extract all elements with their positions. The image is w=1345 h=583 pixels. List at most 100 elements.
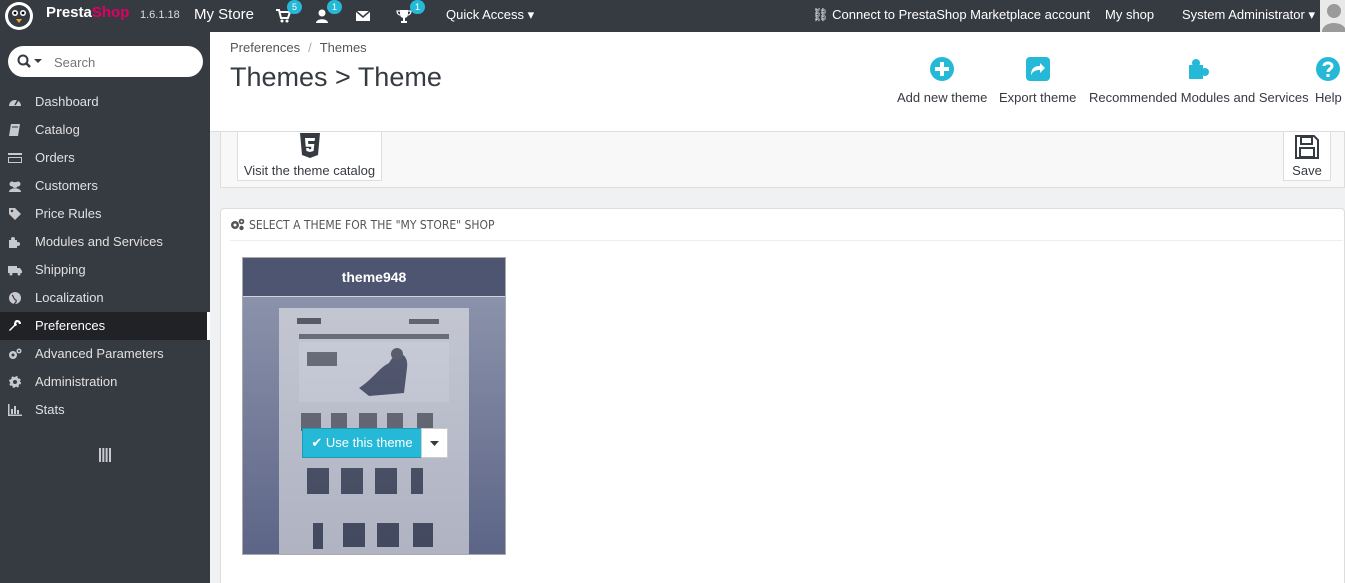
add-new-theme-button[interactable]: Add new theme xyxy=(897,56,987,105)
search-icon[interactable] xyxy=(17,54,43,71)
sidebar-item-label: Price Rules xyxy=(35,206,102,221)
toolbar-label: Export theme xyxy=(999,90,1077,105)
check-icon: ✔ xyxy=(311,435,323,450)
wrench-icon xyxy=(9,320,21,331)
floppy-save-icon xyxy=(1295,135,1319,159)
sidebar-item-label: Customers xyxy=(35,178,98,193)
sidebar-item-label: Localization xyxy=(35,290,104,305)
caret-down-icon xyxy=(430,441,439,446)
quick-access-dropdown[interactable]: Quick Access ▾ xyxy=(446,7,534,23)
employee-dropdown[interactable]: System Administrator ▾ xyxy=(1182,7,1315,23)
export-theme-button[interactable]: Export theme xyxy=(999,56,1076,105)
version-label: 1.6.1.18 xyxy=(140,9,180,21)
breadcrumb-separator: / xyxy=(308,40,312,55)
sidebar-item-stats[interactable]: Stats xyxy=(0,396,210,424)
breadcrumb-item[interactable]: Themes xyxy=(320,40,367,55)
connect-marketplace-link[interactable]: ⛓ Connect to PrestaShop Marketplace acco… xyxy=(812,7,1090,23)
envelope-icon[interactable] xyxy=(355,8,371,24)
plus-circle-icon xyxy=(930,57,955,81)
globe-icon xyxy=(9,292,21,305)
sidebar-item-preferences[interactable]: Preferences xyxy=(0,312,210,340)
trophy-badge: 1 xyxy=(410,0,425,14)
trophy-icon[interactable] xyxy=(396,8,412,24)
orders-badge: 5 xyxy=(287,0,302,14)
caret-down-icon: ▾ xyxy=(527,7,535,22)
customers-badge: 1 xyxy=(327,0,342,14)
brand-shop: Shop xyxy=(91,4,130,21)
sidebar-item-label: Stats xyxy=(35,402,65,417)
prestashop-logo[interactable] xyxy=(0,0,40,32)
toolbar-label: Help xyxy=(1315,90,1342,105)
sidebar-item-label: Orders xyxy=(35,150,75,165)
page-header: Preferences / Themes Themes > Theme Add ne… xyxy=(210,32,1345,132)
puzzle-piece-icon xyxy=(1188,59,1209,79)
dashboard-icon xyxy=(9,99,21,106)
theme-card: theme948 ✔ Use this theme xyxy=(242,257,506,555)
sidebar-item-label: Advanced Parameters xyxy=(35,346,164,361)
credit-card-icon xyxy=(8,153,22,163)
my-shop-link[interactable]: My shop xyxy=(1105,7,1154,22)
sidebar-item-shipping[interactable]: Shipping xyxy=(0,256,210,284)
brand-name[interactable]: PrestaShop xyxy=(46,4,129,21)
cogs-icon xyxy=(9,348,22,359)
avatar-silhouette-icon xyxy=(1322,4,1345,32)
employee-name: System Administrator xyxy=(1182,7,1305,22)
recommended-modules-button[interactable]: Recommended Modules and Services xyxy=(1089,56,1309,105)
sidebar-item-customers[interactable]: Customers xyxy=(0,172,210,200)
sidebar-item-label: Modules and Services xyxy=(35,234,163,249)
search-input[interactable] xyxy=(54,52,194,72)
help-button[interactable]: Help xyxy=(1315,56,1342,105)
use-this-theme-label: Use this theme xyxy=(325,435,413,450)
tags-icon xyxy=(9,208,21,220)
sidebar-item-advanced-parameters[interactable]: Advanced Parameters xyxy=(0,340,210,368)
connect-label: Connect to PrestaShop Marketplace accoun… xyxy=(832,7,1091,22)
sidebar-item-modules[interactable]: Modules and Services xyxy=(0,228,210,256)
quick-access-label: Quick Access xyxy=(446,7,525,22)
sidebar-item-orders[interactable]: Orders xyxy=(0,144,210,172)
sidebar-item-label: Administration xyxy=(35,374,118,389)
save-button[interactable]: Save xyxy=(1283,132,1331,181)
visit-catalog-label: Visit the theme catalog xyxy=(243,163,376,178)
breadcrumb: Preferences / Themes xyxy=(230,40,367,55)
visit-theme-catalog-button[interactable]: Visit the theme catalog xyxy=(237,132,382,181)
sidebar-item-label: Catalog xyxy=(35,122,80,137)
users-icon xyxy=(9,181,21,192)
question-circle-icon xyxy=(1316,57,1341,81)
caret-down-icon: ▾ xyxy=(1308,7,1315,22)
sidebar-item-administration[interactable]: Administration xyxy=(0,368,210,396)
page-title: Themes > Theme xyxy=(230,62,442,92)
sub-toolbar: Visit the theme catalog Save xyxy=(220,132,1345,188)
truck-icon xyxy=(8,266,22,276)
sidebar-item-catalog[interactable]: Catalog xyxy=(0,116,210,144)
panel-heading-text: SELECT A THEME FOR THE "MY STORE" SHOP xyxy=(249,218,495,232)
avatar[interactable] xyxy=(1320,0,1345,32)
breadcrumb-item[interactable]: Preferences xyxy=(230,40,300,55)
sidebar-item-label: Shipping xyxy=(35,262,86,277)
html5-icon xyxy=(299,133,320,158)
collapse-menu-icon[interactable] xyxy=(99,448,111,462)
theme-options-dropdown-button[interactable] xyxy=(421,428,448,458)
sidebar-menu: Dashboard Catalog Orders Customers Price… xyxy=(0,88,210,424)
sidebar-item-localization[interactable]: Localization xyxy=(0,284,210,312)
top-navbar: PrestaShop 1.6.1.18 My Store 5 1 1 Quick… xyxy=(0,0,1345,32)
bar-chart-icon xyxy=(8,404,22,416)
puzzle-icon xyxy=(9,237,20,248)
brand-presta: Presta xyxy=(46,4,92,21)
save-label: Save xyxy=(1292,163,1322,178)
book-icon xyxy=(9,124,20,136)
share-square-icon xyxy=(1025,57,1050,81)
theme-select-panel: SELECT A THEME FOR THE "MY STORE" SHOP t… xyxy=(220,208,1345,583)
use-this-theme-button[interactable]: ✔ Use this theme xyxy=(302,428,422,458)
chain-broken-icon: ⛓ xyxy=(812,7,829,22)
search-box xyxy=(8,46,203,77)
sidebar-item-label: Preferences xyxy=(35,318,106,333)
cogs-icon xyxy=(231,218,245,231)
store-name-link[interactable]: My Store xyxy=(194,6,254,23)
sidebar-item-dashboard[interactable]: Dashboard xyxy=(0,88,210,116)
sidebar-item-price-rules[interactable]: Price Rules xyxy=(0,200,210,228)
toolbar-label: Add new theme xyxy=(897,90,988,105)
sidebar: Dashboard Catalog Orders Customers Price… xyxy=(0,32,210,583)
panel-heading: SELECT A THEME FOR THE "MY STORE" SHOP xyxy=(230,209,1343,241)
cog-icon xyxy=(9,376,21,388)
sidebar-item-label: Dashboard xyxy=(35,94,99,109)
